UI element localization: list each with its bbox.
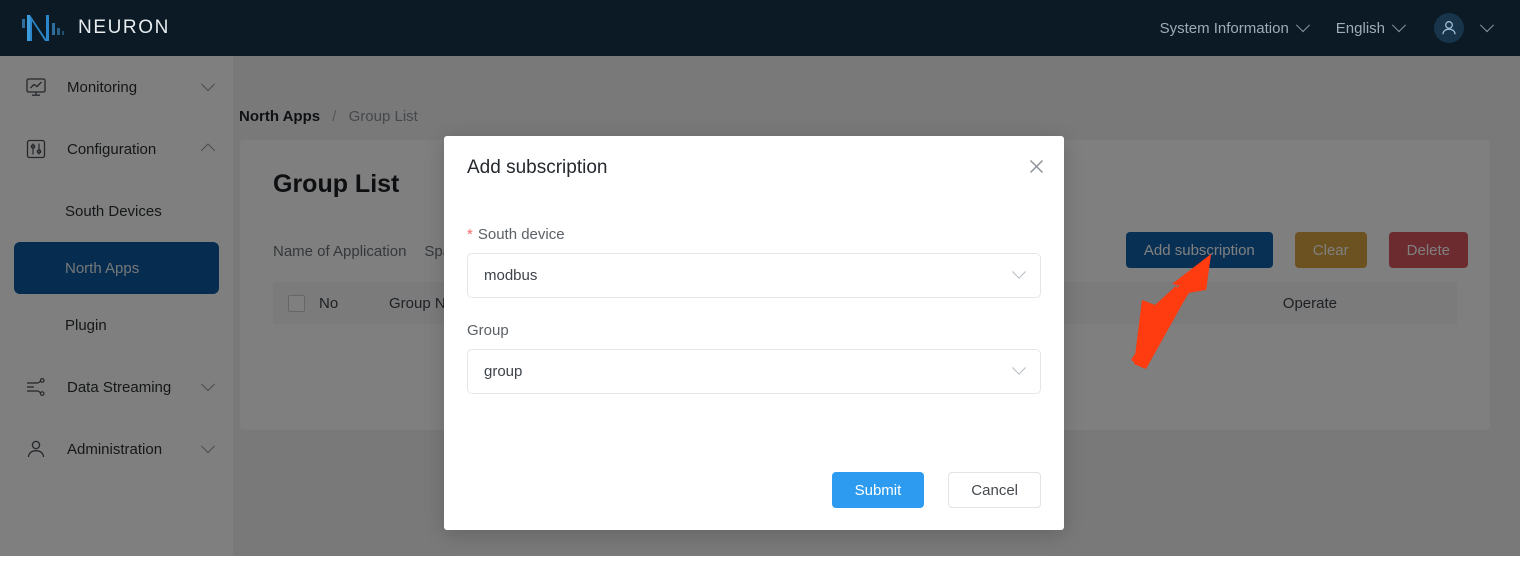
- chevron-down-icon: [1296, 18, 1310, 32]
- brand: NEURON: [20, 13, 170, 43]
- field-group: Group group: [467, 322, 1041, 394]
- group-selected-value: group: [484, 363, 522, 380]
- user-avatar-icon: [1440, 19, 1458, 37]
- chevron-down-icon: [1392, 18, 1406, 32]
- dialog-body: * South device modbus Group group: [467, 226, 1041, 418]
- user-menu-toggle[interactable]: [1464, 23, 1492, 33]
- app-root: NEURON System Information English: [0, 0, 1520, 556]
- field-south-device: * South device modbus: [467, 226, 1041, 298]
- field-label-text: Group: [467, 322, 509, 339]
- chevron-down-icon: [1012, 264, 1026, 278]
- chevron-down-icon: [1012, 360, 1026, 374]
- submit-button[interactable]: Submit: [832, 472, 925, 508]
- close-icon[interactable]: [1026, 156, 1046, 176]
- language-menu[interactable]: English: [1322, 20, 1418, 37]
- required-asterisk: *: [467, 226, 473, 243]
- south-device-selected-value: modbus: [484, 267, 537, 284]
- cancel-button[interactable]: Cancel: [948, 472, 1041, 508]
- top-header: NEURON System Information English: [0, 0, 1520, 56]
- dialog-title: Add subscription: [467, 157, 607, 179]
- header-right: System Information English: [1146, 13, 1492, 43]
- south-device-select[interactable]: modbus: [467, 253, 1041, 298]
- field-label-text: South device: [478, 226, 565, 243]
- add-subscription-dialog: Add subscription * South device modbus Gr…: [444, 136, 1064, 530]
- chevron-down-icon: [1480, 18, 1494, 32]
- neuron-logo-icon: [20, 13, 66, 43]
- field-label-south-device: * South device: [467, 226, 1041, 243]
- language-label: English: [1336, 20, 1385, 37]
- group-select[interactable]: group: [467, 349, 1041, 394]
- brand-name: NEURON: [78, 17, 170, 39]
- system-information-label: System Information: [1160, 20, 1289, 37]
- field-label-group: Group: [467, 322, 1041, 339]
- avatar[interactable]: [1434, 13, 1464, 43]
- dialog-footer: Submit Cancel: [832, 472, 1041, 508]
- system-information-menu[interactable]: System Information: [1146, 20, 1322, 37]
